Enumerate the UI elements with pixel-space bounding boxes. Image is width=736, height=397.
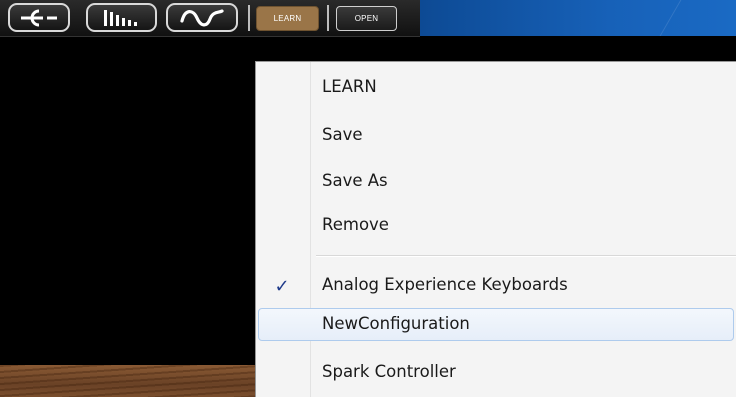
open-button[interactable]: OPEN bbox=[336, 6, 397, 31]
menu-item-save[interactable]: Save bbox=[258, 119, 734, 152]
menu-item-analog-experience-keyboards[interactable]: ✓ Analog Experience Keyboards bbox=[258, 269, 734, 302]
menu-item-label: Spark Controller bbox=[322, 362, 456, 381]
menu-item-newconfiguration[interactable]: NewConfiguration bbox=[258, 308, 734, 341]
menu-item-label: LEARN bbox=[322, 77, 377, 96]
bars-meter-button[interactable] bbox=[86, 3, 157, 32]
menu-item-label: Save As bbox=[322, 171, 388, 190]
menu-item-save-as[interactable]: Save As bbox=[258, 165, 734, 198]
menu-item-label: NewConfiguration bbox=[322, 314, 470, 333]
signal-input-button[interactable] bbox=[8, 3, 70, 32]
menu-item-learn[interactable]: LEARN bbox=[258, 71, 734, 104]
menu-item-label: Analog Experience Keyboards bbox=[322, 275, 568, 294]
waveform-button[interactable] bbox=[166, 3, 238, 32]
menu-item-remove[interactable]: Remove bbox=[258, 209, 734, 242]
top-toolbar: LEARN OPEN bbox=[0, 0, 420, 37]
waveform-icon bbox=[180, 8, 224, 26]
bars-meter-icon bbox=[103, 9, 137, 26]
signal-input-icon bbox=[21, 9, 57, 26]
menu-item-spark-controller[interactable]: Spark Controller bbox=[258, 356, 734, 389]
toolbar-separator bbox=[327, 5, 329, 31]
menu-divider bbox=[316, 255, 736, 257]
wood-panel bbox=[0, 365, 255, 397]
learn-button[interactable]: LEARN bbox=[256, 6, 319, 31]
header-panel bbox=[420, 0, 736, 36]
menu-item-label: Save bbox=[322, 125, 363, 144]
toolbar-separator bbox=[248, 5, 250, 31]
menu-item-label: Remove bbox=[322, 215, 389, 234]
checkmark-icon: ✓ bbox=[274, 275, 290, 297]
context-menu: LEARN Save Save As Remove ✓ Analog Exper… bbox=[255, 61, 736, 397]
